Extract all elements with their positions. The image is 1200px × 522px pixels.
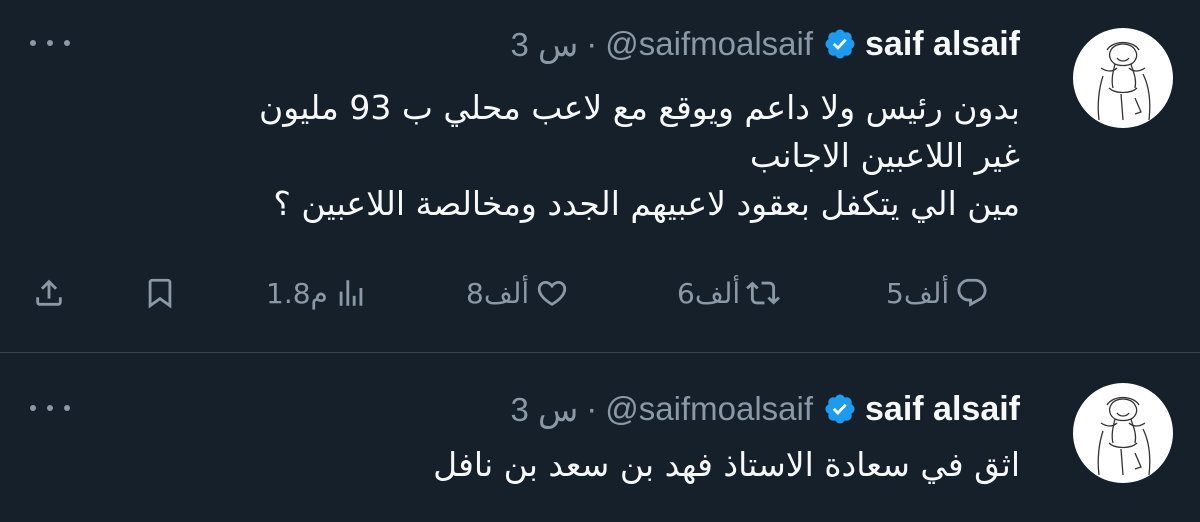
bookmark-icon — [148, 278, 172, 309]
bookmark-button[interactable] — [143, 268, 177, 318]
reply-count: 5ألف — [886, 276, 950, 310]
timestamp[interactable]: 3 س — [510, 25, 578, 64]
repost-count: 6ألف — [677, 276, 741, 310]
like-icon — [537, 280, 567, 306]
author-handle[interactable]: @saifmoalsaif — [605, 390, 813, 428]
tweet-header: saif alsaif @saifmoalsaif · 3 س — [510, 24, 1020, 64]
separator: · — [586, 25, 598, 62]
tweet-actions: 5ألف 6ألف 8ألف 1.8م — [0, 268, 1200, 318]
views-icon — [339, 280, 363, 306]
separator: · — [586, 390, 598, 427]
tweet-text-line: مين الي يتكفل بعقود لاعبيهم الجدد ومخالص… — [273, 184, 1020, 223]
views-button[interactable]: 1.8م — [266, 268, 368, 318]
tweet-text-line: اثق في سعادة الاستاذ فهد بن سعد بن نافل — [433, 445, 1020, 484]
verified-badge-icon — [825, 29, 855, 59]
reply-button[interactable]: 5ألف — [886, 268, 989, 318]
tweet[interactable]: saif alsaif @saifmoalsaif · 3 س بدون رئي… — [0, 0, 1200, 353]
tweet[interactable]: saif alsaif @saifmoalsaif · 3 س اثق في س… — [0, 353, 1200, 522]
author-name[interactable]: saif alsaif — [865, 390, 1020, 429]
repost-icon — [746, 281, 781, 305]
avatar-sketch-image — [1097, 41, 1151, 121]
tweet-text: بدون رئيس ولا داعم ويوقع مع لاعب محلي ب … — [259, 84, 1020, 228]
more-options-icon[interactable] — [30, 37, 70, 49]
share-icon — [36, 279, 62, 306]
avatar[interactable] — [1073, 383, 1173, 483]
tweet-text-line: بدون رئيس ولا داعم ويوقع مع لاعب محلي ب … — [259, 88, 1020, 127]
verified-badge-icon — [825, 394, 855, 424]
like-count: 8ألف — [466, 276, 530, 310]
tweet-text-line: غير اللاعبين الاجانب — [749, 136, 1020, 175]
timestamp[interactable]: 3 س — [510, 390, 578, 429]
tweet-header: saif alsaif @saifmoalsaif · 3 س — [510, 389, 1020, 429]
more-options-icon[interactable] — [30, 402, 70, 414]
avatar[interactable] — [1073, 28, 1173, 128]
repost-button[interactable]: 6ألف — [677, 268, 781, 318]
views-count: 1.8م — [266, 276, 328, 310]
share-button[interactable] — [32, 268, 66, 318]
author-name[interactable]: saif alsaif — [865, 25, 1020, 64]
tweet-text: اثق في سعادة الاستاذ فهد بن سعد بن نافل — [433, 441, 1020, 489]
avatar-sketch-image — [1097, 396, 1151, 476]
like-button[interactable]: 8ألف — [466, 268, 569, 318]
reply-icon — [957, 278, 987, 307]
author-handle[interactable]: @saifmoalsaif — [605, 25, 813, 63]
